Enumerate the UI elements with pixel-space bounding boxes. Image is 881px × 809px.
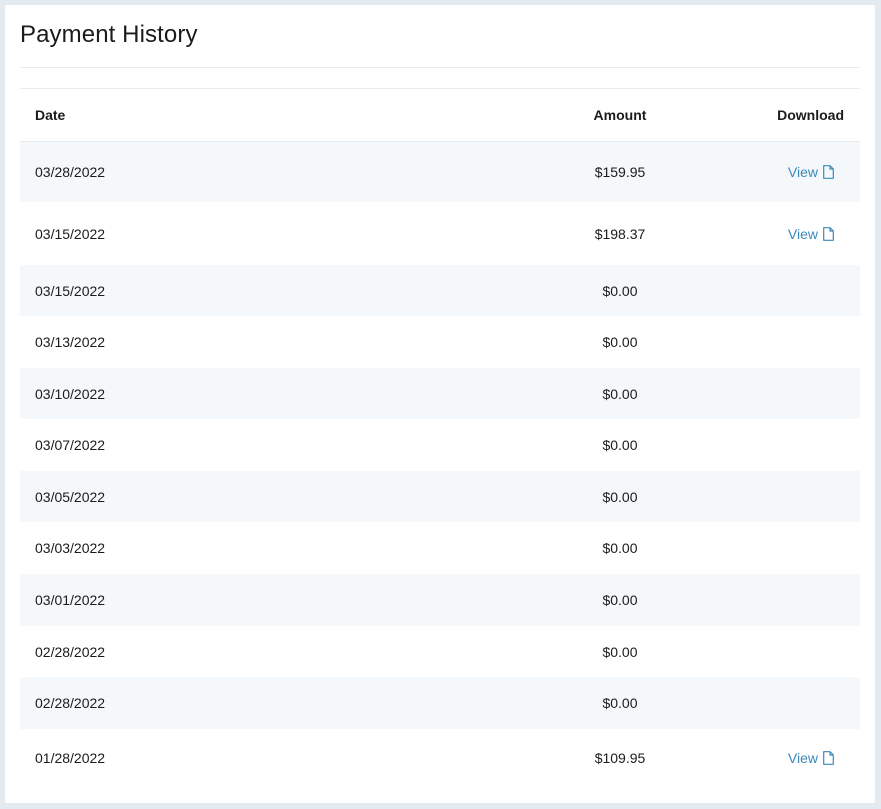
header-download: Download bbox=[777, 107, 844, 123]
view-invoice-link[interactable]: View bbox=[788, 750, 834, 766]
cell-date: 03/01/2022 bbox=[35, 592, 106, 608]
header-date: Date bbox=[35, 107, 66, 123]
table-row: 03/15/2022 $198.37 View bbox=[20, 202, 860, 265]
table-row: 03/05/2022 $0.00 bbox=[20, 471, 860, 522]
document-icon bbox=[823, 165, 834, 179]
cell-amount: $0.00 bbox=[602, 437, 638, 453]
cell-date: 03/10/2022 bbox=[35, 385, 106, 402]
cell-date: 01/28/2022 bbox=[35, 750, 106, 766]
cell-date: 03/28/2022 bbox=[35, 164, 106, 180]
payment-history-card: Payment History Date Amount Download 03/… bbox=[5, 5, 875, 803]
cell-amount: $0.00 bbox=[602, 334, 638, 350]
table-row: 02/28/2022 $0.00 bbox=[20, 626, 860, 677]
cell-amount: $0.00 bbox=[602, 385, 638, 402]
view-link-label: View bbox=[787, 750, 818, 766]
cell-date: 02/28/2022 bbox=[35, 643, 106, 660]
document-icon bbox=[823, 226, 834, 241]
cell-amount: $0.00 bbox=[602, 540, 638, 556]
cell-amount: $109.95 bbox=[594, 750, 646, 766]
document-icon bbox=[823, 751, 834, 765]
cell-date: 03/15/2022 bbox=[35, 225, 106, 242]
cell-amount: $198.37 bbox=[594, 225, 646, 242]
payment-table: Date Amount Download 03/28/2022 $159.95 Vi… bbox=[20, 88, 860, 787]
table-header-row: Date Amount Download bbox=[20, 89, 860, 142]
cell-download: View bbox=[675, 750, 860, 766]
table-row: 03/07/2022 $0.00 bbox=[20, 419, 860, 471]
table-row: 03/03/2022 $0.00 bbox=[20, 522, 860, 574]
cell-amount: $0.00 bbox=[602, 695, 638, 711]
cell-date: 02/28/2022 bbox=[35, 695, 106, 711]
table-row: 01/28/2022 $109.95 View bbox=[20, 729, 860, 787]
cell-date: 03/15/2022 bbox=[35, 282, 106, 299]
view-link-label: View bbox=[787, 225, 818, 242]
view-invoice-link[interactable]: View bbox=[788, 164, 834, 180]
view-invoice-link[interactable]: View bbox=[788, 226, 834, 242]
table-row: 03/01/2022 $0.00 bbox=[20, 574, 860, 626]
cell-download: View bbox=[675, 164, 860, 180]
page-title: Payment History bbox=[20, 21, 198, 48]
cell-date: 03/13/2022 bbox=[35, 334, 106, 350]
table-row: 03/28/2022 $159.95 View bbox=[20, 142, 860, 202]
table-row: 03/10/2022 $0.00 bbox=[20, 368, 860, 419]
cell-date: 03/03/2022 bbox=[35, 540, 106, 556]
cell-download: View bbox=[675, 226, 860, 242]
cell-date: 03/05/2022 bbox=[35, 488, 106, 505]
table-row: 03/13/2022 $0.00 bbox=[20, 316, 860, 368]
table-row: 02/28/2022 $0.00 bbox=[20, 677, 860, 729]
cell-amount: $159.95 bbox=[594, 164, 646, 180]
table-row: 03/15/2022 $0.00 bbox=[20, 265, 860, 316]
cell-amount: $0.00 bbox=[602, 282, 638, 299]
table-body: 03/28/2022 $159.95 View 03/15/2022 $198.37 Vi… bbox=[20, 142, 860, 787]
cell-amount: $0.00 bbox=[602, 488, 638, 505]
header-amount: Amount bbox=[593, 107, 647, 123]
cell-date: 03/07/2022 bbox=[35, 437, 106, 453]
cell-amount: $0.00 bbox=[602, 592, 638, 608]
title-divider bbox=[20, 67, 860, 68]
cell-amount: $0.00 bbox=[602, 643, 638, 660]
view-link-label: View bbox=[787, 164, 818, 180]
